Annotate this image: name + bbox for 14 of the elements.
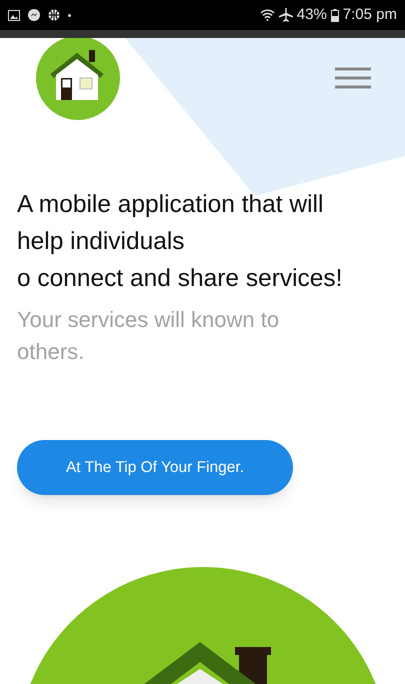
notification-dot-icon (68, 14, 71, 16)
heading-line: o connect and share services! (17, 264, 344, 294)
battery-percentage: 43% (296, 4, 327, 25)
basketball-icon (48, 9, 60, 21)
messenger-icon (28, 9, 40, 21)
menu-icon[interactable] (335, 67, 371, 89)
house-logo[interactable] (36, 38, 120, 120)
subtitle: Your services will known to others. (17, 306, 280, 366)
wifi-icon (260, 9, 275, 21)
image-icon (8, 10, 20, 20)
call-to-action-button[interactable]: At The Tip Of Your Finger. (17, 440, 293, 495)
battery-icon (330, 8, 339, 22)
clock-time: 7:05 pm (342, 4, 397, 25)
airplane-icon (278, 8, 293, 22)
